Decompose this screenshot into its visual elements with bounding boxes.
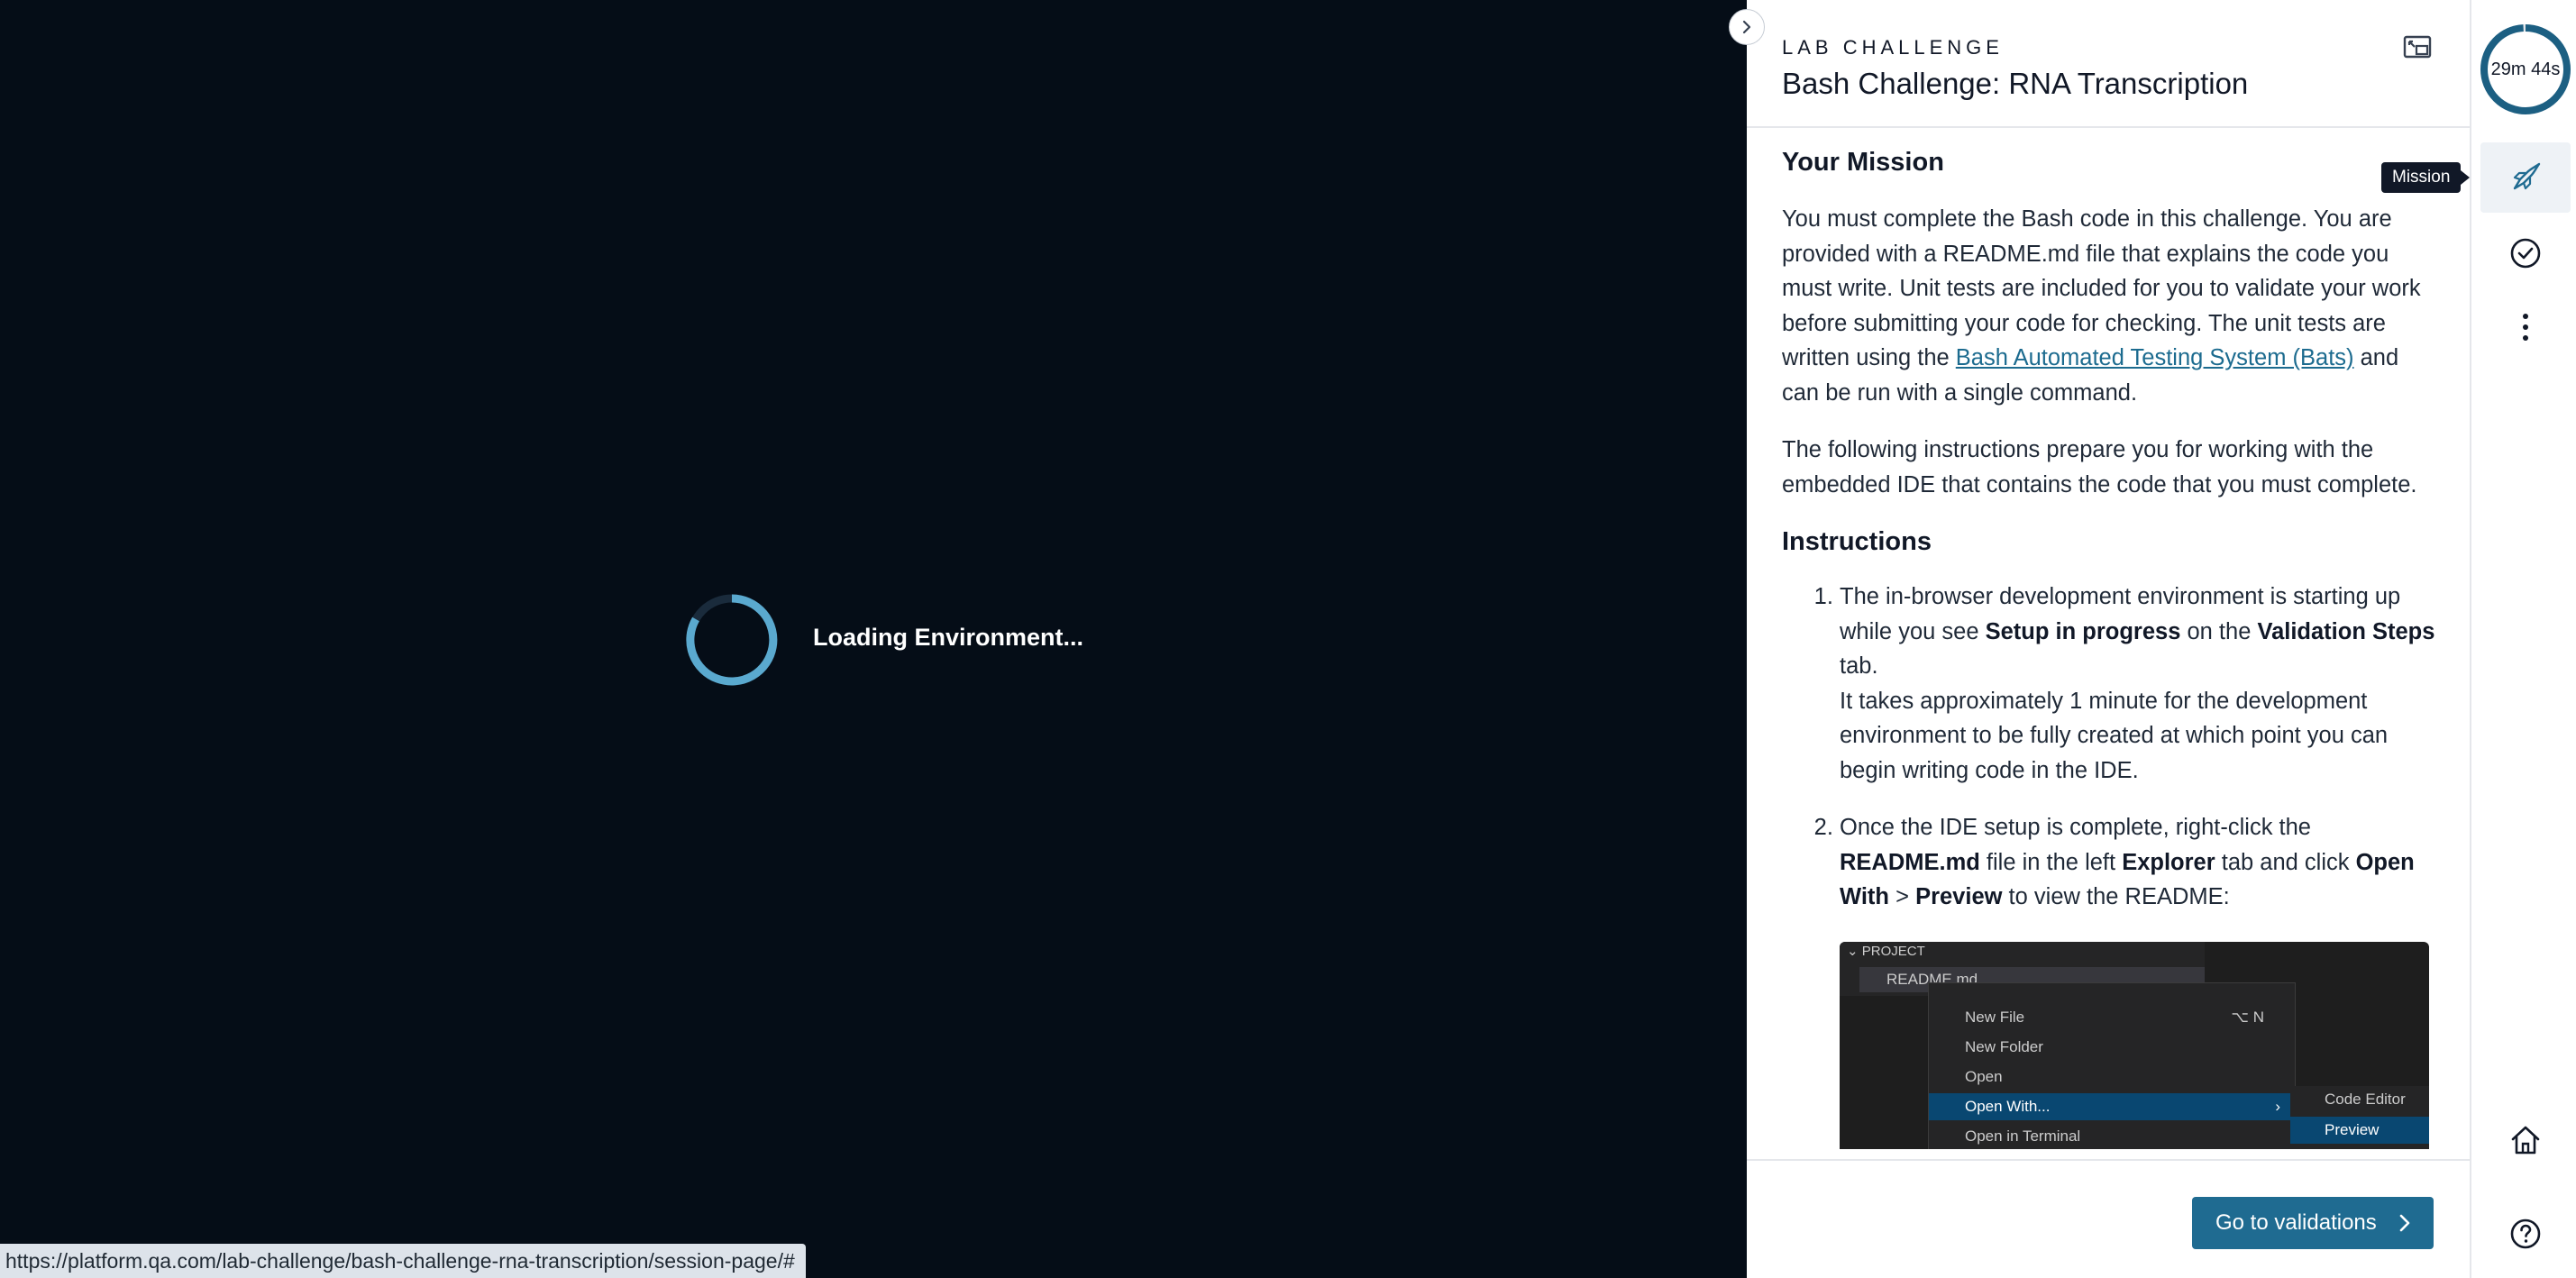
status-bar-url: https://platform.qa.com/lab-challenge/ba… xyxy=(0,1244,806,1278)
project-label: ⌄ PROJECT xyxy=(1847,943,1925,959)
help-circle-icon xyxy=(2510,1219,2541,1249)
step-text: to view the README: xyxy=(2002,884,2230,909)
context-submenu: Code Editor Preview xyxy=(2290,1085,2429,1149)
list-item: Once the IDE setup is complete, right-cl… xyxy=(1840,810,2440,1149)
go-to-validations-button[interactable]: Go to validations xyxy=(2192,1197,2434,1249)
loading-spinner-icon xyxy=(686,594,778,686)
home-icon xyxy=(2511,1126,2540,1155)
mission-tooltip: Mission xyxy=(2381,162,2471,193)
step-text: file in the left xyxy=(1979,849,2123,875)
validation-rail-button[interactable] xyxy=(2480,218,2571,288)
instructions-list: The in-browser development environment i… xyxy=(1782,580,2440,1149)
step-emphasis: README.md xyxy=(1840,849,1980,875)
submenu-item: Code Editor xyxy=(2325,1090,2406,1108)
project-label-text: PROJECT xyxy=(1861,943,1925,959)
submenu-item-selected: Preview xyxy=(2290,1116,2429,1144)
step-emphasis: Explorer xyxy=(2122,849,2215,875)
picture-in-picture-icon[interactable] xyxy=(2403,34,2434,61)
mission-paragraph-1: You must complete the Bash code in this … xyxy=(1782,202,2440,410)
chevron-right-icon xyxy=(2399,1214,2410,1232)
more-vertical-icon xyxy=(2523,314,2528,341)
step-emphasis: Preview xyxy=(1915,884,2003,909)
step-1-text: The in-browser development environment i… xyxy=(1840,580,2440,684)
menu-item: New Folder xyxy=(1965,1037,2043,1055)
panel-footer: Go to validations xyxy=(1747,1159,2470,1278)
menu-item: Open in Terminal xyxy=(1965,1127,2081,1145)
list-item: The in-browser development environment i… xyxy=(1840,580,2440,788)
step-emphasis: Setup in progress xyxy=(1985,618,2181,644)
step-1-note: It takes approximately 1 minute for the … xyxy=(1840,688,2389,783)
check-circle-icon xyxy=(2510,238,2541,269)
page-title: Bash Challenge: RNA Transcription xyxy=(1782,67,2249,100)
ide-context-menu-screenshot: ⌄ PROJECT README.md New File ⌥ N New Fold… xyxy=(1840,941,2429,1149)
menu-item: New File ⌥ N xyxy=(1929,1004,2295,1031)
step-text: Once the IDE setup is complete, right-cl… xyxy=(1840,815,2311,840)
step-2-text: Once the IDE setup is complete, right-cl… xyxy=(1840,810,2440,915)
menu-item-selected: Open With... › xyxy=(1929,1092,2295,1120)
timer-text: 29m 44s xyxy=(2490,59,2561,79)
step-text: tab. xyxy=(1840,653,1878,679)
environment-viewport: Loading Environment... https://platform.… xyxy=(0,0,1747,1278)
step-text: on the xyxy=(2180,618,2258,644)
home-rail-button[interactable] xyxy=(2480,1105,2571,1175)
lab-type-label: LAB CHALLENGE xyxy=(1782,36,2004,59)
chevron-right-icon: › xyxy=(2275,1097,2280,1115)
menu-item-label: Open With... xyxy=(1965,1097,2051,1115)
mission-paragraph-2: The following instructions prepare you f… xyxy=(1782,437,2417,498)
step-text: tab and click xyxy=(2215,849,2356,875)
collapse-panel-button[interactable] xyxy=(1729,9,1765,45)
bats-link[interactable]: Bash Automated Testing System (Bats) xyxy=(1956,345,2354,370)
context-menu: New File ⌥ N New Folder Open Open With...… xyxy=(1928,981,2296,1149)
step-emphasis: Validation Steps xyxy=(2257,618,2435,644)
chevron-right-icon xyxy=(1742,20,1751,34)
menu-item-label: New File xyxy=(1965,1008,2025,1026)
shortcut-label: ⌥ N xyxy=(2231,1008,2264,1026)
right-rail: 29m 44s xyxy=(2470,0,2576,1278)
help-rail-button[interactable] xyxy=(2480,1199,2571,1269)
lab-instructions-panel: LAB CHALLENGE Bash Challenge: RNA Transc… xyxy=(1747,0,2470,1278)
mission-rail-button[interactable] xyxy=(2480,142,2571,213)
go-to-validations-label: Go to validations xyxy=(2215,1210,2377,1235)
loading-text: Loading Environment... xyxy=(813,624,1084,651)
rocket-icon xyxy=(2513,162,2541,190)
mission-heading: Your Mission xyxy=(1782,148,1944,177)
more-options-button[interactable] xyxy=(2480,292,2571,362)
menu-item: Open xyxy=(1965,1067,2003,1085)
mission-content: Your Mission You must complete the Bash … xyxy=(1782,132,2440,1159)
panel-header: LAB CHALLENGE Bash Challenge: RNA Transc… xyxy=(1747,0,2470,128)
step-text: > xyxy=(1889,884,1916,909)
instructions-heading: Instructions xyxy=(1782,527,1932,556)
